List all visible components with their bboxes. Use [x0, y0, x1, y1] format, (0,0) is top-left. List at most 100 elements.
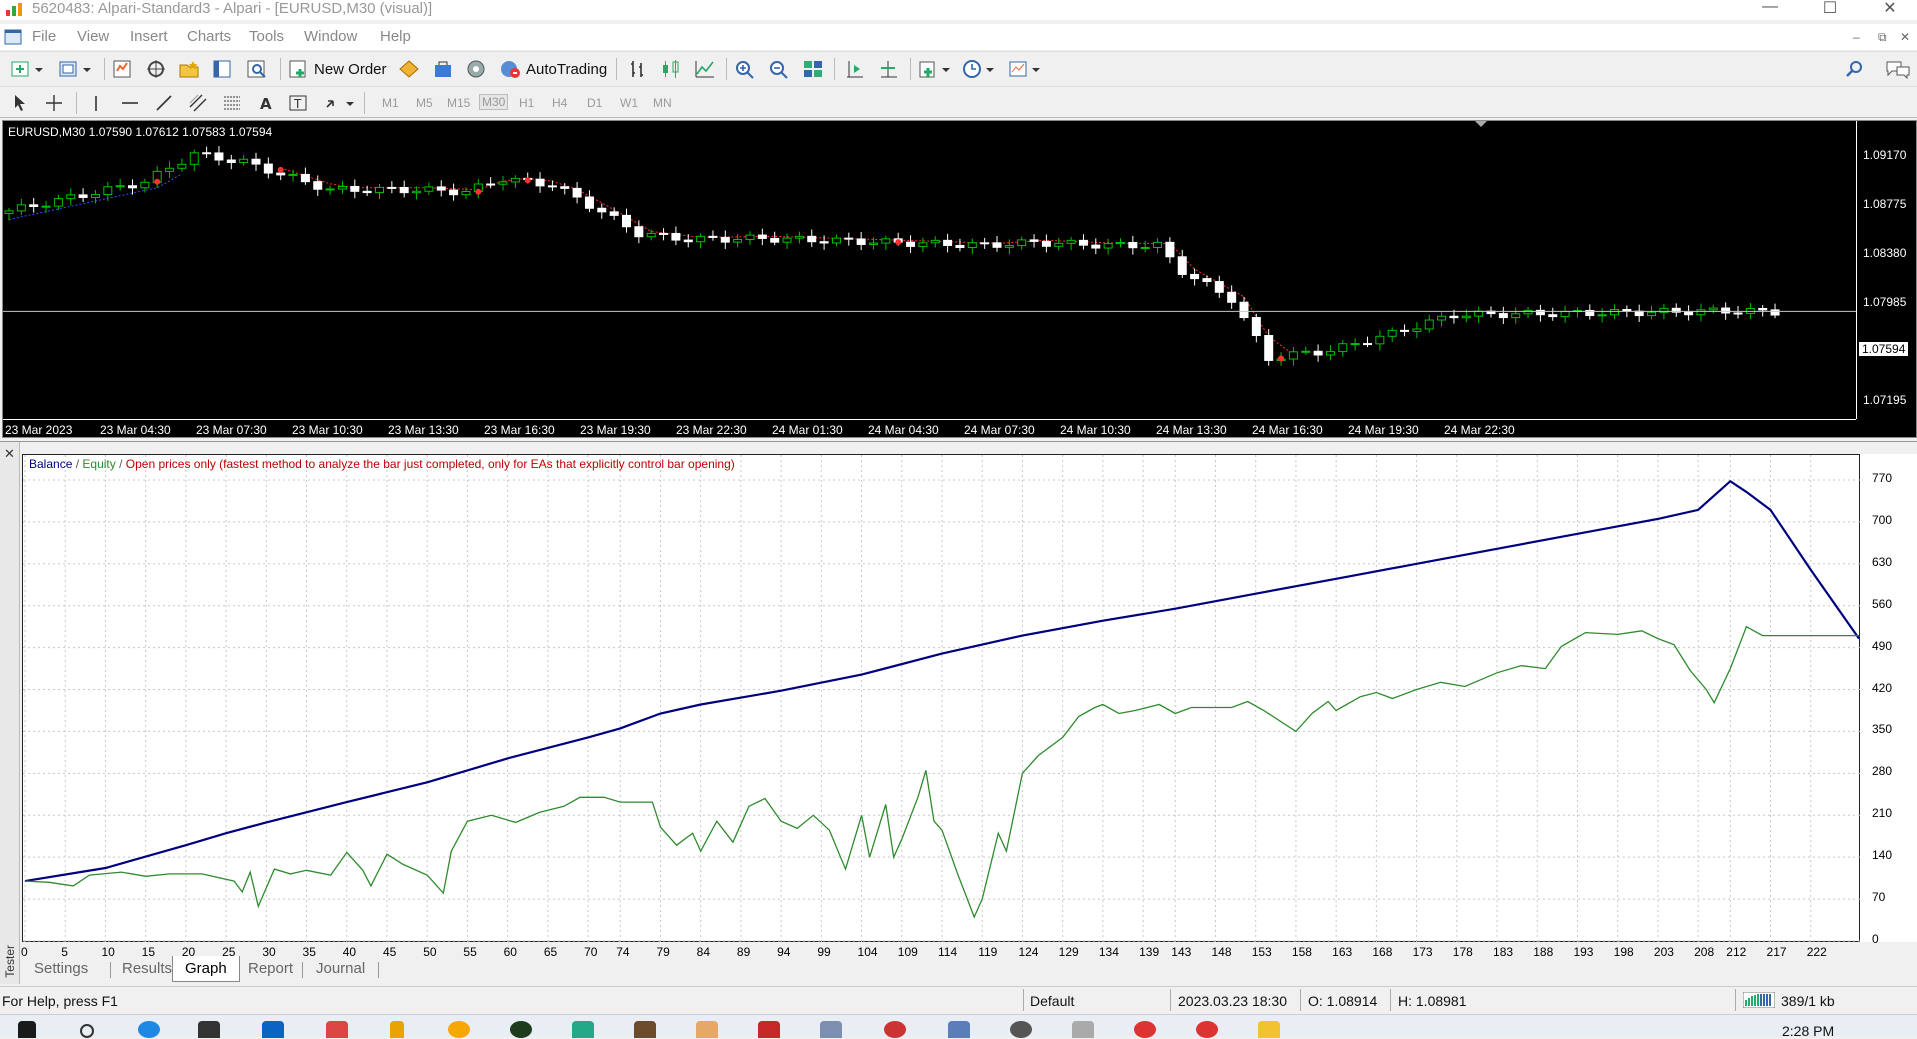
candle	[165, 161, 175, 178]
chart-shift-button[interactable]	[844, 57, 866, 81]
timeframe-w1[interactable]: W1	[620, 96, 638, 110]
candlestick-button[interactable]	[660, 57, 682, 81]
app-icon[interactable]	[1258, 1021, 1280, 1038]
time-label: 23 Mar 16:30	[484, 423, 555, 437]
menu-window[interactable]: Window	[304, 28, 357, 45]
templates-button[interactable]	[1008, 57, 1042, 81]
app-icon[interactable]	[1072, 1021, 1094, 1038]
app-icon[interactable]	[948, 1021, 970, 1038]
tab-settings[interactable]: Settings	[22, 956, 100, 982]
mdi-minimize-button[interactable]: –	[1853, 30, 1860, 44]
candle-body	[572, 187, 582, 198]
periods-button[interactable]	[962, 57, 996, 81]
start-icon[interactable]	[18, 1021, 36, 1038]
equidistant-channel-button[interactable]	[188, 91, 208, 115]
connection-bars-icon[interactable]	[1743, 992, 1775, 1008]
candle-body	[757, 234, 767, 239]
timeframe-mn[interactable]: MN	[653, 96, 672, 110]
signals-button[interactable]	[465, 57, 487, 81]
price-axis[interactable]: 1.09170 1.08775 1.08380 1.07985 1.07594 …	[1856, 121, 1917, 419]
signal-radar-icon	[467, 60, 485, 78]
horizontal-line-button[interactable]	[120, 91, 140, 115]
mdi-close-button[interactable]: ✕	[1900, 30, 1910, 44]
new-order-button[interactable]: New Order	[288, 57, 387, 81]
zoom-in-button[interactable]	[734, 57, 756, 81]
edge-icon[interactable]	[138, 1021, 160, 1038]
strategy-tester-button[interactable]	[246, 57, 268, 81]
app-icon[interactable]	[326, 1021, 348, 1038]
timeframe-h4[interactable]: H4	[552, 96, 567, 110]
indicators-button[interactable]	[918, 57, 952, 81]
tile-windows-button[interactable]	[802, 57, 824, 81]
market-button[interactable]	[432, 57, 454, 81]
arrows-button[interactable]	[324, 91, 356, 115]
fibonacci-button[interactable]	[222, 91, 242, 115]
metaeditor-button[interactable]	[398, 57, 420, 81]
timeframe-m1[interactable]: M1	[382, 96, 399, 110]
search-taskbar-icon[interactable]	[80, 1024, 94, 1038]
trendline-button[interactable]	[154, 91, 174, 115]
menu-tools[interactable]: Tools	[249, 28, 284, 45]
app-icon[interactable]	[1010, 1021, 1032, 1038]
zoom-out-button[interactable]	[768, 57, 790, 81]
time-axis[interactable]: 23 Mar 2023 23 Mar 04:30 23 Mar 07:30 23…	[3, 419, 1856, 439]
chat-button[interactable]	[1885, 57, 1911, 81]
tab-graph[interactable]: Graph	[172, 956, 240, 982]
menu-charts[interactable]: Charts	[187, 28, 231, 45]
data-window-button[interactable]	[146, 57, 166, 81]
search-button[interactable]	[1845, 57, 1865, 81]
maximize-button[interactable]: ☐	[1810, 0, 1850, 18]
app-icon[interactable]	[1134, 1021, 1156, 1038]
app-icon[interactable]	[510, 1021, 532, 1038]
candlestick-plot[interactable]	[3, 121, 1856, 419]
vertical-line-button[interactable]	[86, 91, 106, 115]
auto-scroll-button[interactable]	[878, 57, 900, 81]
app-icon[interactable]	[390, 1021, 404, 1038]
timeframe-d1[interactable]: D1	[587, 96, 602, 110]
legend-mode: Open prices only (fastest method to anal…	[125, 457, 735, 471]
taskview-icon[interactable]	[198, 1021, 220, 1038]
navigator-button[interactable]	[178, 57, 200, 81]
market-watch-button[interactable]	[112, 57, 132, 81]
app-icon[interactable]	[572, 1021, 594, 1038]
menu-insert[interactable]: Insert	[130, 28, 168, 45]
app-icon[interactable]	[696, 1021, 718, 1038]
app-icon[interactable]	[820, 1021, 842, 1038]
menu-view[interactable]: View	[77, 28, 109, 45]
price-chart[interactable]: EURUSD,M30 1.07590 1.07612 1.07583 1.075…	[2, 120, 1917, 438]
menu-bar: File View Insert Charts Tools Window Hel…	[0, 24, 1917, 50]
menu-file[interactable]: File	[32, 28, 56, 45]
cursor-button[interactable]	[10, 91, 30, 115]
x-tick-label: 79	[656, 945, 670, 959]
store-icon[interactable]	[262, 1021, 284, 1038]
app-icon[interactable]	[1196, 1021, 1218, 1038]
timeframe-m5[interactable]: M5	[416, 96, 433, 110]
app-icon[interactable]	[634, 1021, 656, 1038]
candle	[4, 207, 14, 221]
close-button[interactable]: ✕	[1870, 0, 1910, 18]
new-chart-button[interactable]	[10, 57, 44, 81]
profiles-button[interactable]	[58, 57, 92, 81]
app-icon[interactable]	[758, 1021, 780, 1038]
candle	[387, 181, 397, 194]
bar-chart-button[interactable]	[628, 57, 650, 81]
tab-report[interactable]: Report	[236, 956, 305, 982]
autotrading-button[interactable]: AutoTrading	[498, 57, 607, 81]
line-chart-button[interactable]	[694, 57, 716, 81]
timeframe-m30[interactable]: M30	[479, 94, 509, 110]
timeframe-h1[interactable]: H1	[519, 96, 534, 110]
tab-journal[interactable]: Journal	[304, 956, 377, 982]
candle-body	[16, 204, 26, 212]
crosshair-button[interactable]	[44, 91, 64, 115]
app-icon[interactable]	[448, 1021, 470, 1038]
minimize-button[interactable]: —	[1750, 0, 1790, 18]
candle-body	[375, 186, 384, 194]
app-icon[interactable]	[884, 1021, 906, 1038]
text-label-button[interactable]: T	[288, 91, 308, 115]
mdi-restore-button[interactable]: ⧉	[1878, 30, 1887, 45]
text-button[interactable]: A	[256, 91, 276, 115]
timeframe-m15[interactable]: M15	[447, 96, 470, 110]
close-tester-icon[interactable]: ✕	[4, 446, 15, 462]
menu-help[interactable]: Help	[380, 28, 411, 45]
terminal-button[interactable]	[212, 57, 232, 81]
